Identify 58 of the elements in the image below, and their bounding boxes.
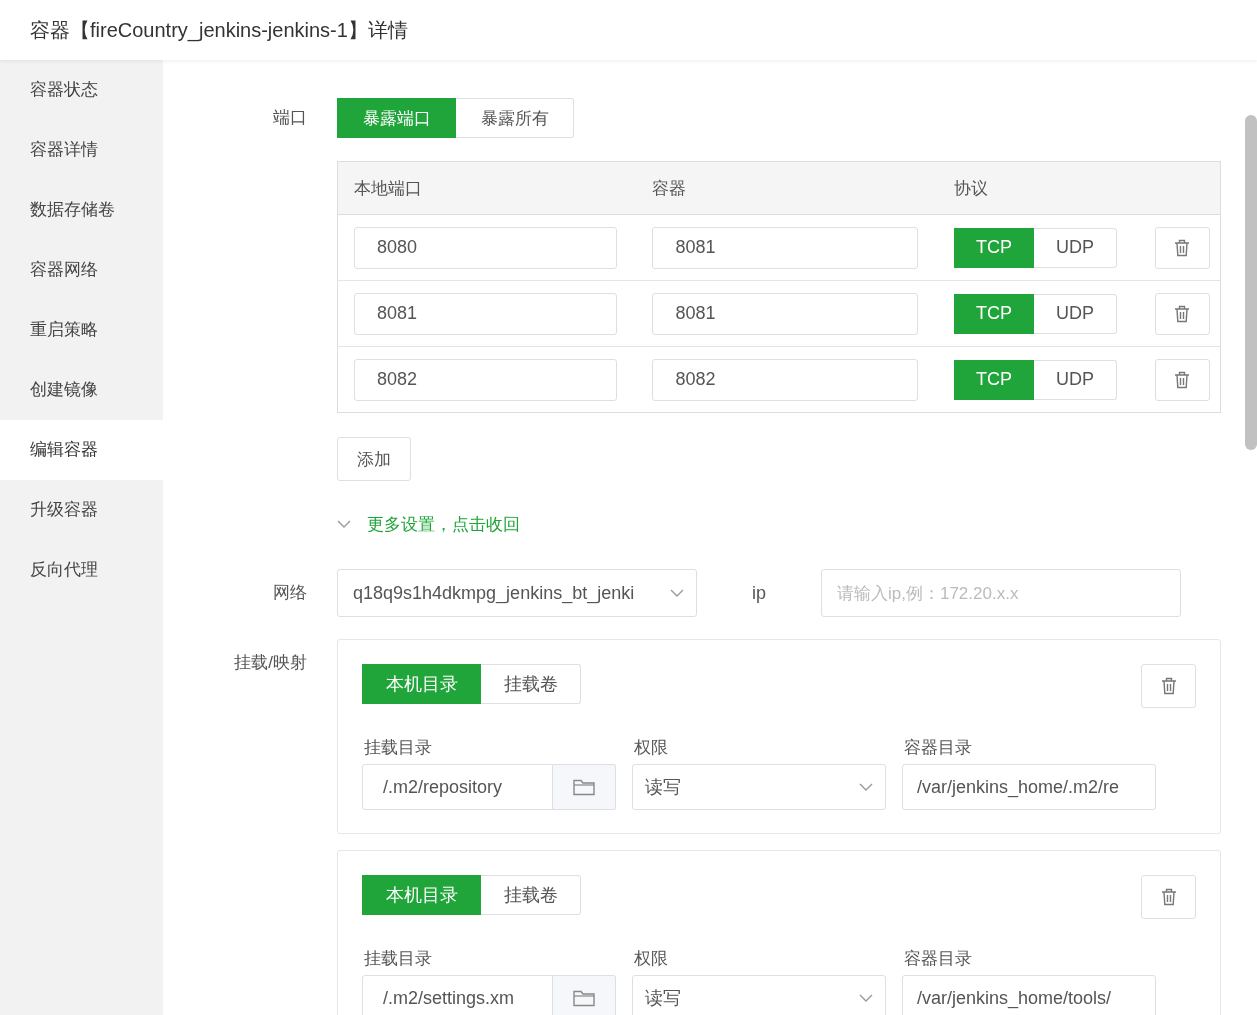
browse-button[interactable] [553,975,616,1015]
delete-button[interactable] [1141,664,1196,708]
trash-icon [1174,238,1191,257]
protocol-tab[interactable]: UDP [1033,359,1117,400]
field-label: 端口 [273,108,307,127]
local-port-field[interactable]: 8080 [354,226,617,269]
sidebar-item[interactable]: 容器网络 [0,240,163,300]
container-port-field[interactable]: 8081 [652,292,919,335]
mount-type-tab[interactable]: 挂载卷 [481,875,581,915]
delete-button[interactable] [1154,292,1210,335]
permission-select[interactable]: 读写 [632,764,886,810]
column-header: 容器 [652,178,687,198]
trash-icon [1160,677,1177,695]
local-port-field[interactable]: 8081 [354,292,617,335]
container-port-field[interactable]: 8082 [652,358,919,401]
field-label: ip [752,582,766,604]
column-header: 本地端口 [354,178,422,198]
sidebar-item[interactable]: 重启策略 [0,300,163,360]
mount-directory-field[interactable]: /.m2/settings.xm [362,975,553,1015]
sidebar-item[interactable]: 容器状态 [0,60,163,120]
container-directory-field[interactable]: /var/jenkins_home/tools/ [902,975,1156,1015]
scrollbar[interactable] [1245,115,1257,450]
folder-icon [573,989,595,1007]
field-label: 网络 [273,583,307,602]
window-title: 容器【fireCountry_jenkins-jenkins-1】详情 [30,17,408,44]
trash-icon [1160,888,1177,906]
sidebar-item[interactable]: 数据存储卷 [0,180,163,240]
column-header: 协议 [953,178,988,198]
field-label: 权限 [634,738,668,757]
trash-icon [1174,370,1191,389]
field-label: 挂载目录 [364,949,432,968]
mode-tab[interactable]: 暴露所有 [456,98,574,138]
trash-icon [1174,304,1191,323]
permission-select[interactable]: 读写 [632,975,886,1015]
mount-directory-field[interactable]: /.m2/repository [362,764,553,810]
local-port-field[interactable]: 8082 [354,358,617,401]
sidebar-item[interactable]: 创建镜像 [0,360,163,420]
field-label: 容器目录 [904,949,972,968]
browse-button[interactable] [553,764,616,810]
sidebar-item[interactable]: 容器详情 [0,120,163,180]
add-button[interactable]: 添加 [337,437,411,481]
field-label: 挂载目录 [364,738,432,757]
container-port-field[interactable]: 8081 [652,226,919,269]
field-label: 容器目录 [904,738,972,757]
protocol-tab[interactable]: UDP [1033,293,1117,334]
sidebar-item[interactable]: 编辑容器 [0,420,163,480]
protocol-tab[interactable]: UDP [1033,227,1117,268]
delete-button[interactable] [1141,875,1196,919]
sidebar-item[interactable]: 升级容器 [0,480,163,540]
network-select[interactable]: q18q9s1h4dkmpg_jenkins_bt_jenki [337,569,697,617]
mount-type-tab[interactable]: 挂载卷 [481,664,581,704]
sidebar-item[interactable]: 反向代理 [0,540,163,600]
container-directory-field[interactable]: /var/jenkins_home/.m2/re [902,764,1156,810]
folder-icon [573,778,595,796]
delete-button[interactable] [1154,358,1210,401]
field-label: 权限 [634,949,668,968]
delete-button[interactable] [1154,226,1210,269]
field-label: 挂载/映射 [234,653,307,672]
